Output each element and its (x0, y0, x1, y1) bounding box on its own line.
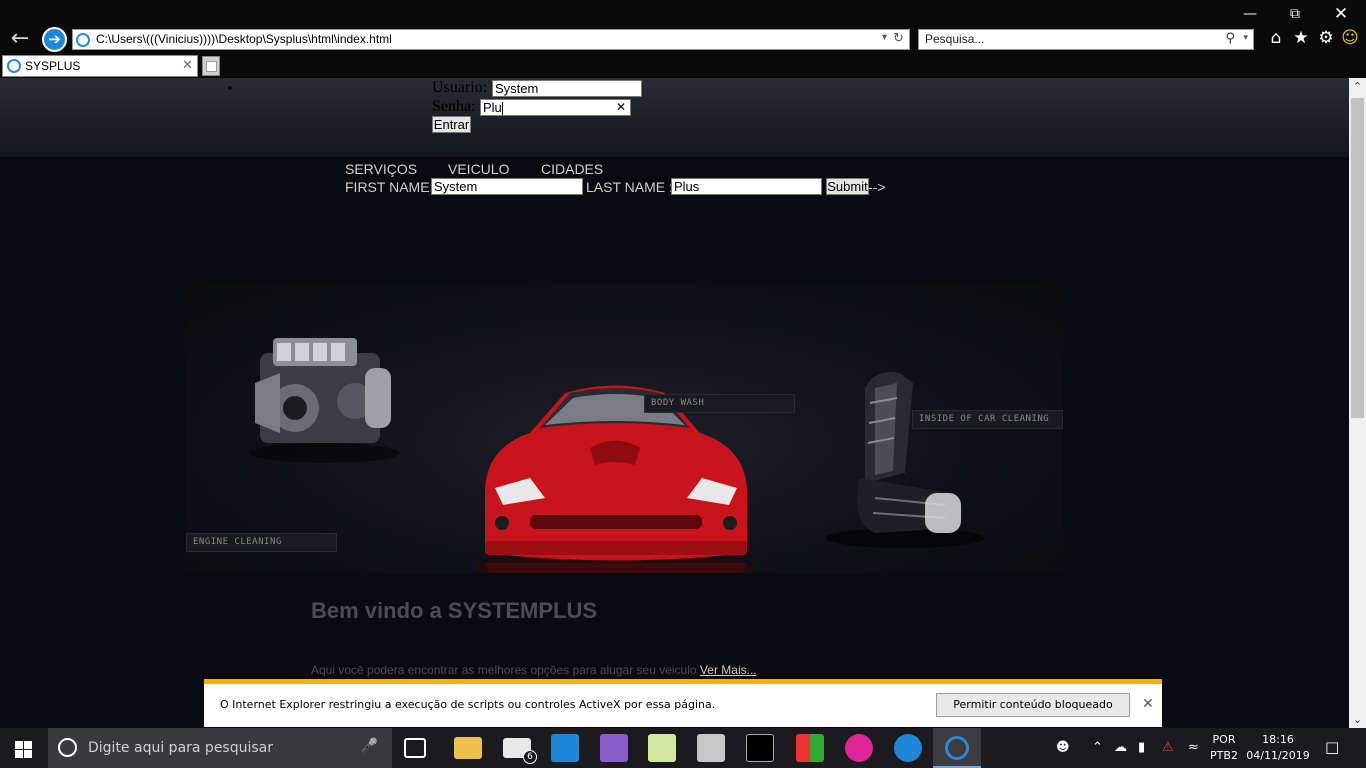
first-name-field[interactable]: System (431, 178, 583, 195)
list-bullet: • (226, 82, 234, 97)
terminal-icon[interactable] (746, 734, 774, 762)
ie-tab-icon (7, 59, 21, 73)
gear-icon[interactable]: ⚙ (1315, 27, 1337, 49)
windows-logo-tile (24, 741, 32, 749)
notification-alert-icon[interactable]: ⚠ (1162, 740, 1174, 755)
new-tab-button[interactable] (202, 56, 220, 76)
restore-icon[interactable]: ⧉ (1283, 4, 1307, 24)
close-tab-icon[interactable]: ✕ (182, 58, 193, 73)
welcome-heading: Bem vindo a SYSTEMPLUS (311, 598, 598, 623)
comment-residue-text: --> (868, 179, 886, 195)
windows-logo-tile (24, 750, 32, 758)
file-explorer-icon[interactable] (454, 737, 482, 759)
windows-taskbar: Digite aqui para pesquisar 🎤 6 ☻ ⌃ ☁ ▮ ⚠… (0, 728, 1366, 768)
mail-icon[interactable]: 6 (503, 738, 537, 764)
first-name-label: FIRST NAME: (345, 179, 434, 195)
username-field[interactable]: System (492, 80, 642, 97)
cortana-icon (58, 738, 77, 757)
new-tab-icon (206, 61, 217, 72)
forward-button[interactable]: ➔ (42, 27, 67, 52)
scroll-up-icon[interactable]: ⌃ (1349, 78, 1366, 95)
last-name-field[interactable]: Plus (671, 178, 822, 195)
favorites-star-icon[interactable]: ★ (1290, 27, 1312, 49)
scroll-thumb[interactable] (1351, 98, 1364, 418)
app-tiles-icon[interactable] (796, 734, 824, 762)
windows-logo-tile (15, 750, 23, 758)
welcome-paragraph: Aqui você podera encontrar as melhores o… (311, 663, 757, 677)
search-dropdown-icon[interactable]: ▾ (1243, 33, 1248, 43)
user-label: Usuario: (432, 79, 488, 96)
submit-button[interactable]: Submit (826, 178, 869, 195)
people-icon[interactable]: ☻ (1056, 740, 1070, 755)
wamp-icon[interactable] (845, 734, 873, 762)
visual-studio-icon[interactable] (600, 734, 628, 762)
ver-mais-link[interactable]: Ver Mais... (700, 663, 757, 677)
keyboard-layout-label[interactable]: PTB2 (1208, 749, 1240, 762)
close-window-icon[interactable]: ✕ (1329, 4, 1353, 24)
mail-badge: 6 (523, 750, 537, 764)
password-field[interactable]: Plu ✕ (480, 99, 631, 116)
entrar-button[interactable]: Entrar (432, 116, 471, 133)
browser-search-input[interactable]: Pesquisa... ⚲ ▾ (918, 29, 1254, 50)
language-label[interactable]: POR (1208, 733, 1240, 746)
microphone-icon[interactable]: 🎤 (361, 738, 378, 754)
banner-label-body-wash: BODY WASH (644, 394, 795, 413)
smiley-feedback-icon[interactable]: ☺ (1339, 27, 1361, 49)
close-notification-icon[interactable]: ✕ (1142, 696, 1154, 712)
start-button[interactable] (0, 728, 48, 768)
taskbar-search-input[interactable]: Digite aqui para pesquisar 🎤 (48, 728, 392, 768)
vscode-icon[interactable] (551, 734, 579, 762)
banner-label-engine: ENGINE CLEANING (186, 533, 337, 552)
taskbar-search-placeholder: Digite aqui para pesquisar (88, 740, 274, 756)
activex-notification-bar: O Internet Explorer restringiu a execuçã… (204, 679, 1162, 727)
task-view-icon[interactable] (404, 738, 426, 758)
minimize-icon[interactable]: — (1238, 4, 1262, 24)
notification-message: O Internet Explorer restringiu a execuçã… (220, 698, 716, 711)
onedrive-icon[interactable]: ☁ (1114, 740, 1127, 755)
red-car-image (475, 385, 755, 573)
services-banner: BODY WASH INSIDE OF CAR CLEANING ENGINE … (185, 283, 1063, 573)
home-icon[interactable]: ⌂ (1265, 27, 1287, 49)
allow-blocked-content-button[interactable]: Permitir conteúdo bloqueado (936, 693, 1130, 717)
notepad-plus-icon[interactable] (648, 734, 676, 762)
address-text: C:\Users\(((Vinicius))))\Desktop\Sysplus… (96, 32, 392, 46)
clock-date[interactable]: 04/11/2019 (1244, 749, 1312, 762)
login-header (0, 78, 1349, 157)
nav-veiculo[interactable]: VEICULO (448, 161, 509, 177)
search-placeholder: Pesquisa... (925, 32, 985, 46)
chevron-up-icon[interactable]: ⌃ (1092, 740, 1103, 755)
car-seat-image (825, 372, 985, 548)
vertical-scrollbar[interactable]: ⌃ ⌄ (1349, 78, 1366, 728)
back-button[interactable]: ← (8, 28, 32, 51)
text-cursor (501, 102, 503, 115)
tab-sysplus[interactable]: SYSPLUS ✕ (2, 55, 198, 77)
chevron-down-icon[interactable]: ▾ (882, 32, 887, 43)
wifi-icon[interactable]: ≈ (1188, 740, 1199, 755)
tools-icon[interactable] (697, 734, 725, 762)
ie-page-icon (76, 33, 90, 47)
address-bar[interactable]: C:\Users\(((Vinicius))))\Desktop\Sysplus… (72, 29, 910, 50)
nav-servicos[interactable]: SERVIÇOS (345, 161, 417, 177)
engine-image (250, 338, 400, 463)
clear-input-icon[interactable]: ✕ (616, 100, 626, 115)
last-name-label: LAST NAME : (586, 179, 673, 195)
search-icon[interactable]: ⚲ (1225, 31, 1235, 46)
battery-icon[interactable]: ▮ (1138, 740, 1145, 755)
action-center-icon[interactable]: □ (1325, 738, 1339, 756)
password-value: Plu (483, 100, 502, 115)
nav-cidades[interactable]: CIDADES (541, 161, 603, 177)
password-label: Senha: (432, 98, 476, 115)
edge-icon[interactable] (894, 734, 922, 762)
banner-label-interior: INSIDE OF CAR CLEANING (912, 410, 1063, 429)
scroll-down-icon[interactable]: ⌄ (1349, 711, 1366, 728)
welcome-text: Aqui você podera encontrar as melhores o… (311, 663, 697, 677)
windows-logo-icon (15, 741, 23, 749)
ie-taskbar-active[interactable] (933, 728, 981, 768)
internet-explorer-icon (945, 736, 969, 760)
clock-time[interactable]: 18:16 (1244, 733, 1312, 746)
page-viewport: • Usuario: System Senha: Plu ✕ Entrar SE… (0, 78, 1349, 728)
browser-chrome: — ⧉ ✕ ← ➔ C:\Users\(((Vinicius))))\Deskt… (0, 0, 1366, 78)
tab-title: SYSPLUS (25, 59, 81, 73)
refresh-icon[interactable]: ↻ (893, 31, 904, 46)
